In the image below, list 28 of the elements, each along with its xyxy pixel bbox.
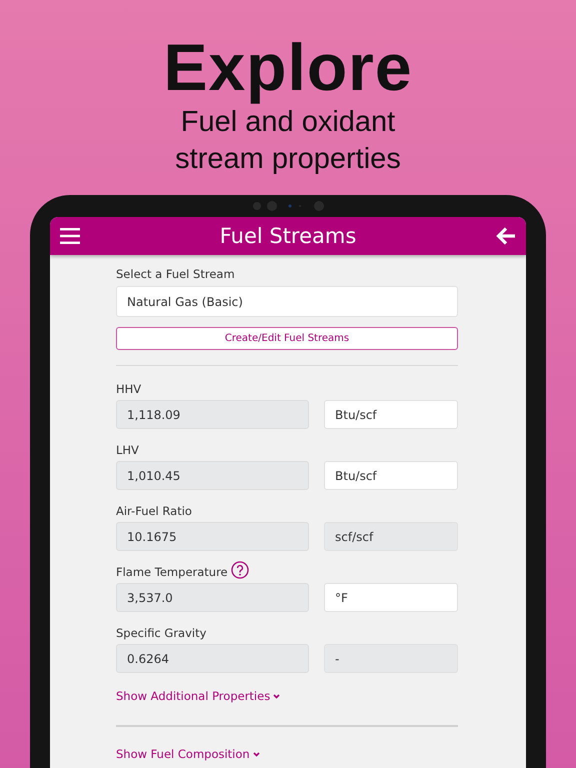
unit-field: -	[324, 644, 458, 673]
unit-field[interactable]: Btu/scf	[324, 461, 458, 490]
property-label: HHV	[116, 382, 142, 396]
expand-link[interactable]: Show Fuel Composition	[116, 747, 260, 761]
unit-field: scf/scf	[324, 522, 458, 551]
property-label: Specific Gravity	[116, 626, 206, 640]
back-arrow-icon[interactable]	[496, 227, 516, 245]
create-edit-button[interactable]: Create/Edit Fuel Streams	[116, 327, 458, 350]
unit-field[interactable]: °F	[324, 583, 458, 612]
headline: Explore	[163, 30, 413, 104]
value-field: 10.1675	[116, 522, 309, 551]
value-field: 0.6264	[116, 644, 309, 673]
subtitle-line: Fuel and oxidant	[180, 105, 396, 140]
screen-title: Fuel Streams	[220, 224, 356, 248]
value-field: 1,118.09	[116, 400, 309, 429]
menu-icon[interactable]	[60, 228, 80, 244]
value-field: 3,537.0	[116, 583, 309, 612]
expand-link[interactable]: Show Additional Properties	[116, 689, 280, 703]
unit-field[interactable]: Btu/scf	[324, 400, 458, 429]
property-label: Flame Temperature	[116, 565, 228, 579]
fuel-stream-select[interactable]: Natural Gas (Basic)	[116, 286, 458, 317]
property-label: LHV	[116, 443, 139, 457]
value-field: 1,010.45	[116, 461, 309, 490]
help-icon[interactable]	[230, 561, 249, 579]
property-label: Air-Fuel Ratio	[116, 504, 192, 518]
subtitle-line: stream properties	[175, 142, 401, 177]
camera-icon	[250, 199, 326, 213]
field-label: Select a Fuel Stream	[116, 267, 235, 281]
